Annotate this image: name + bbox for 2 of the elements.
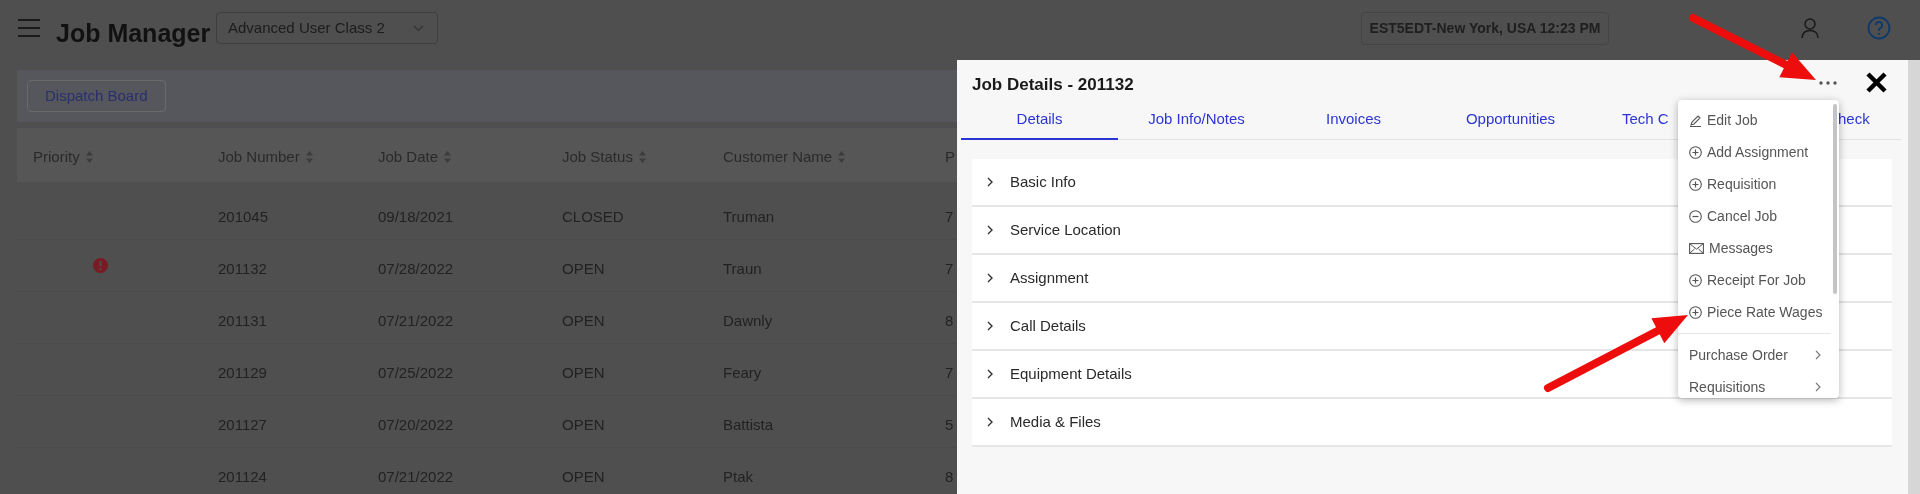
modal-title: Job Details - 201132 [972, 74, 1134, 96]
app-title: Job Manager [56, 18, 211, 49]
